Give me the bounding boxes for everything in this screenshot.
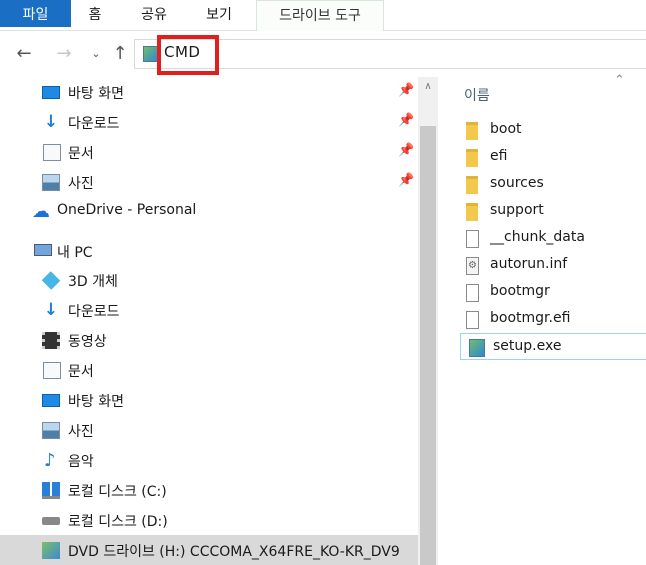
file-row-sources[interactable]: sources xyxy=(458,171,646,198)
desktop-icon xyxy=(42,394,60,407)
documents-icon xyxy=(43,362,61,379)
documents-icon xyxy=(43,144,61,161)
folder-icon xyxy=(466,176,478,194)
tab-file[interactable]: 파일 xyxy=(0,0,71,27)
drive-icon xyxy=(42,517,60,525)
nav-item-documents[interactable]: 문서 xyxy=(0,355,418,385)
settings-file-icon: ⚙ xyxy=(466,257,479,275)
tab-share[interactable]: 공유 xyxy=(128,0,180,31)
videos-icon xyxy=(42,332,60,349)
this-pc-icon xyxy=(34,244,52,256)
file-row-setup-exe[interactable]: setup.exe xyxy=(460,333,646,360)
pictures-icon xyxy=(42,174,60,191)
pictures-icon xyxy=(42,422,60,439)
scroll-thumb[interactable] xyxy=(420,126,436,565)
tab-view[interactable]: 보기 xyxy=(193,0,245,31)
nav-item-onedrive[interactable]: ☁ OneDrive - Personal xyxy=(0,196,418,226)
pin-icon[interactable]: 📌 xyxy=(398,113,414,129)
address-text[interactable]: CMD xyxy=(164,43,200,61)
nav-item-this-pc[interactable]: 내 PC xyxy=(0,236,418,266)
folder-icon xyxy=(466,203,478,221)
ribbon-tabs: 파일 홈 공유 보기 드라이브 도구 xyxy=(0,0,646,31)
nav-item-downloads-pinned[interactable]: ↓ 다운로드 📌 xyxy=(0,107,418,137)
nav-item-3d-objects[interactable]: 3D 개체 xyxy=(0,265,418,295)
file-row-chunk-data[interactable]: __chunk_data xyxy=(458,225,646,252)
pin-icon[interactable]: 📌 xyxy=(398,83,414,99)
pin-icon[interactable]: 📌 xyxy=(398,143,414,159)
setup-exe-icon xyxy=(469,339,485,357)
back-button[interactable]: ← xyxy=(14,43,34,65)
nav-scrollbar[interactable]: ∧ xyxy=(418,77,438,565)
nav-item-pictures[interactable]: 사진 xyxy=(0,415,418,445)
pin-icon[interactable]: 📌 xyxy=(398,173,414,189)
3d-objects-icon xyxy=(41,271,61,290)
nav-item-videos[interactable]: 동영상 xyxy=(0,325,418,355)
folder-icon xyxy=(466,149,478,167)
file-icon xyxy=(466,284,479,302)
nav-item-documents-pinned[interactable]: 문서 📌 xyxy=(0,137,418,167)
file-row-autorun[interactable]: ⚙ autorun.inf xyxy=(458,252,646,279)
dvd-drive-icon xyxy=(42,542,60,559)
nav-item-desktop-pinned[interactable]: 바탕 화면 📌 xyxy=(0,77,418,107)
up-button[interactable]: ↑ xyxy=(110,43,130,65)
file-list-pane: ⌃ 이름 boot efi sources support __chunk_da… xyxy=(438,73,646,565)
navigation-pane: 바탕 화면 📌 ↓ 다운로드 📌 문서 📌 사진 📌 ☁ OneDrive - … xyxy=(0,77,418,565)
file-row-efi[interactable]: efi xyxy=(458,144,646,171)
windows-drive-icon xyxy=(42,482,60,499)
music-icon: ♪ xyxy=(44,450,56,471)
tab-home[interactable]: 홈 xyxy=(75,0,115,31)
nav-item-desktop[interactable]: 바탕 화면 xyxy=(0,385,418,415)
nav-item-local-disk-c[interactable]: 로컬 디스크 (C:) xyxy=(0,475,418,505)
nav-item-downloads[interactable]: ↓ 다운로드 xyxy=(0,295,418,325)
address-row: ← → ⌄ ↑ xyxy=(0,31,646,77)
desktop-icon xyxy=(42,86,60,99)
nav-item-dvd-drive[interactable]: DVD 드라이브 (H:) CCCOMA_X64FRE_KO-KR_DV9 xyxy=(0,535,418,565)
file-icon xyxy=(466,311,479,329)
folder-icon xyxy=(466,122,478,140)
nav-item-local-disk-d[interactable]: 로컬 디스크 (D:) xyxy=(0,505,418,535)
column-header-name[interactable]: 이름 xyxy=(464,85,490,105)
scroll-up-arrow-icon[interactable]: ∧ xyxy=(420,79,436,95)
recent-locations-chevron-down-icon[interactable]: ⌄ xyxy=(86,43,106,65)
onedrive-icon: ☁ xyxy=(32,201,50,222)
sort-chevron-up-icon: ⌃ xyxy=(614,73,625,88)
file-row-boot[interactable]: boot xyxy=(458,117,646,144)
download-icon: ↓ xyxy=(43,112,59,132)
file-icon xyxy=(466,230,479,248)
tab-drive-tools[interactable]: 드라이브 도구 xyxy=(256,0,384,31)
nav-item-music[interactable]: ♪ 음악 xyxy=(0,445,418,475)
nav-item-pictures-pinned[interactable]: 사진 📌 xyxy=(0,167,418,197)
file-row-support[interactable]: support xyxy=(458,198,646,225)
file-row-bootmgr-efi[interactable]: bootmgr.efi xyxy=(458,306,646,333)
file-row-bootmgr[interactable]: bootmgr xyxy=(458,279,646,306)
forward-button[interactable]: → xyxy=(54,43,74,65)
download-icon: ↓ xyxy=(43,300,59,320)
